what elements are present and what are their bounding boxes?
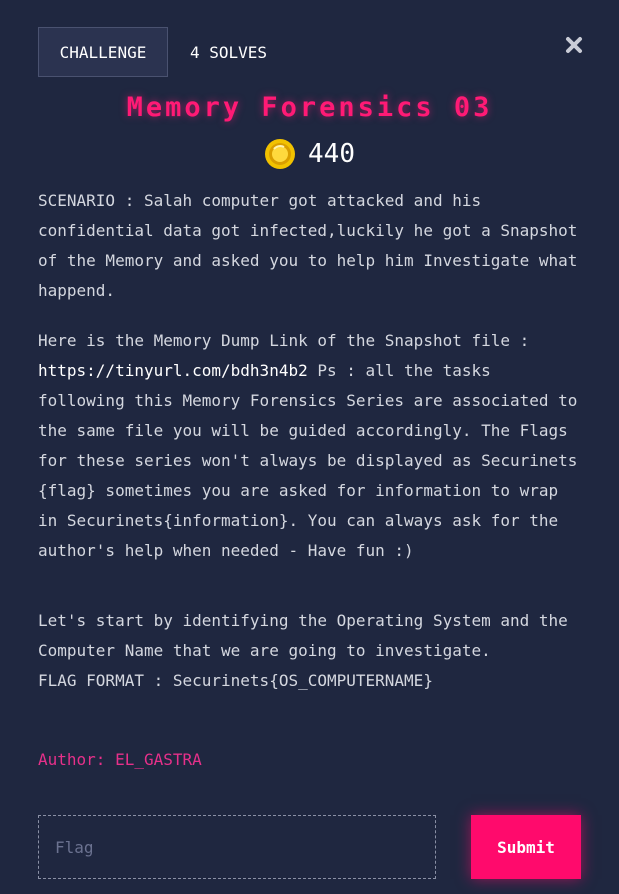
task-sentence: Let's start by identifying the Operating… bbox=[38, 611, 568, 660]
challenge-description: SCENARIO : Salah computer got attacked a… bbox=[38, 186, 583, 696]
link-paragraph: Here is the Memory Dump Link of the Snap… bbox=[38, 326, 583, 566]
challenge-points: 440 bbox=[0, 138, 619, 170]
link-intro: Here is the Memory Dump Link of the Snap… bbox=[38, 331, 530, 350]
scenario-text: SCENARIO : Salah computer got attacked a… bbox=[38, 191, 578, 300]
coin-icon bbox=[265, 139, 296, 169]
submit-button[interactable]: Submit bbox=[471, 815, 581, 879]
author-label: Author: EL_GASTRA bbox=[38, 750, 202, 769]
flag-format-text: FLAG FORMAT : Securinets{OS_COMPUTERNAME… bbox=[38, 671, 433, 690]
memory-dump-link[interactable]: https://tinyurl.com/bdh3n4b2 bbox=[38, 361, 308, 380]
challenge-title: Memory Forensics 03 bbox=[126, 92, 493, 123]
task-text: Let's start by identifying the Operating… bbox=[38, 606, 583, 696]
close-icon[interactable] bbox=[563, 34, 585, 56]
tab-solves[interactable]: 4 SOLVES bbox=[190, 43, 267, 62]
link-after-text: Ps : all the tasks following this Memory… bbox=[38, 361, 578, 560]
challenge-modal: CHALLENGE 4 SOLVES Memory Forensics 03 4… bbox=[0, 0, 619, 894]
modal-tabs: CHALLENGE 4 SOLVES bbox=[38, 27, 267, 77]
tab-challenge[interactable]: CHALLENGE bbox=[38, 27, 168, 77]
flag-input[interactable] bbox=[38, 815, 436, 879]
points-value: 440 bbox=[308, 139, 355, 169]
